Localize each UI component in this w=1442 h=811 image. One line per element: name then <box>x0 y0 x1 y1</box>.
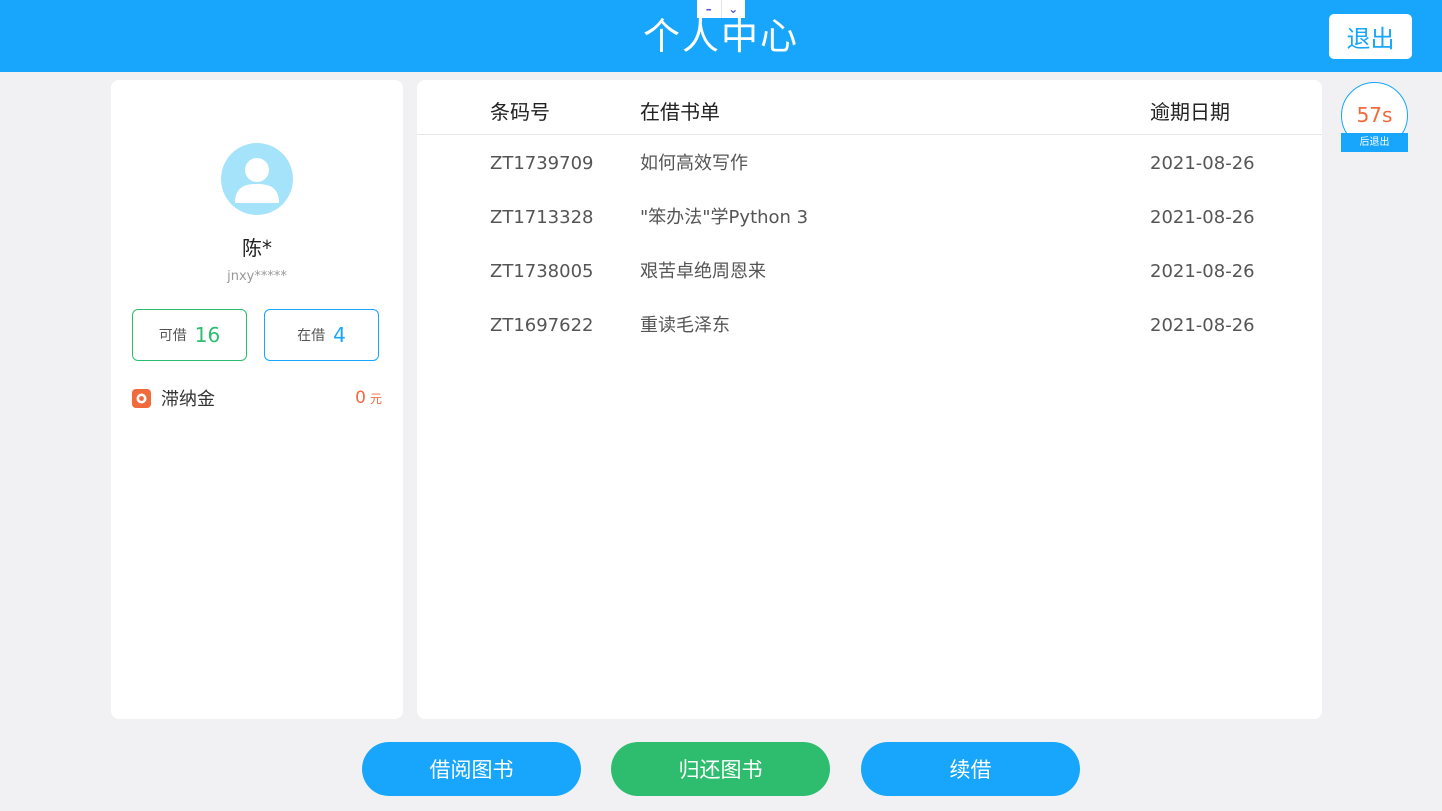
table-header: 条码号 在借书单 逾期日期 <box>417 80 1322 135</box>
fine-amount: 0 <box>355 388 366 408</box>
fine-label: 滞纳金 <box>161 389 215 410</box>
available-count: 16 <box>194 323 221 347</box>
fine-row: 滞纳金 0元 <box>132 385 382 411</box>
user-avatar-icon <box>235 158 279 203</box>
fine-unit: 元 <box>369 392 382 406</box>
due-date-cell: 2021-08-26 <box>1150 153 1255 174</box>
chevron-down-icon[interactable]: ⌄ <box>720 0 746 18</box>
borrowed-books-card: 条码号 在借书单 逾期日期 ZT1739709 如何高效写作 2021-08-2… <box>417 80 1322 719</box>
due-date-cell: 2021-08-26 <box>1150 261 1255 282</box>
user-id: jnxy***** <box>227 269 287 284</box>
due-date-cell: 2021-08-26 <box>1150 207 1255 228</box>
borrowed-count: 4 <box>333 323 346 347</box>
timer-label: 后退出 <box>1341 133 1408 152</box>
table-row[interactable]: ZT1739709 如何高效写作 2021-08-26 <box>417 151 1322 205</box>
title-cell: "笨办法"学Python 3 <box>640 207 809 228</box>
logout-button[interactable]: 退出 <box>1329 14 1412 59</box>
table-row[interactable]: ZT1697622 重读毛泽东 2021-08-26 <box>417 313 1322 367</box>
barcode-cell: ZT1739709 <box>490 153 594 174</box>
renew-button[interactable]: 续借 <box>861 742 1080 796</box>
user-name: 陈* <box>242 236 272 260</box>
column-header-barcode: 条码号 <box>490 100 550 124</box>
title-cell: 如何高效写作 <box>640 153 748 174</box>
table-row[interactable]: ZT1713328 "笨办法"学Python 3 2021-08-26 <box>417 205 1322 259</box>
due-date-cell: 2021-08-26 <box>1150 315 1255 336</box>
app-header: 个人中心 – ⌄ 退出 <box>0 0 1442 72</box>
title-cell: 艰苦卓绝周恩来 <box>640 261 766 282</box>
table-row[interactable]: ZT1738005 艰苦卓绝周恩来 2021-08-26 <box>417 259 1322 313</box>
borrow-books-button[interactable]: 借阅图书 <box>362 742 581 796</box>
borrowed-label: 在借 <box>297 328 326 344</box>
minimize-icon[interactable]: – <box>697 0 721 18</box>
barcode-cell: ZT1713328 <box>490 207 594 228</box>
profile-card: 陈* jnxy***** 可借 16 在借 4 滞纳金 0元 <box>111 80 403 719</box>
avatar <box>221 143 293 215</box>
timer-value: 57s <box>1356 103 1393 127</box>
barcode-cell: ZT1697622 <box>490 315 594 336</box>
column-header-title: 在借书单 <box>640 100 720 124</box>
column-header-due: 逾期日期 <box>1150 100 1230 124</box>
window-controls: – ⌄ <box>697 0 745 18</box>
page-title: 个人中心 <box>643 15 799 58</box>
fine-amount-group: 0元 <box>355 388 382 408</box>
available-count-box: 可借 16 <box>132 309 247 361</box>
return-books-button[interactable]: 归还图书 <box>611 742 830 796</box>
borrowed-count-box: 在借 4 <box>264 309 379 361</box>
coin-icon <box>132 388 151 408</box>
available-label: 可借 <box>158 328 187 344</box>
title-cell: 重读毛泽东 <box>640 315 730 336</box>
barcode-cell: ZT1738005 <box>490 261 594 282</box>
